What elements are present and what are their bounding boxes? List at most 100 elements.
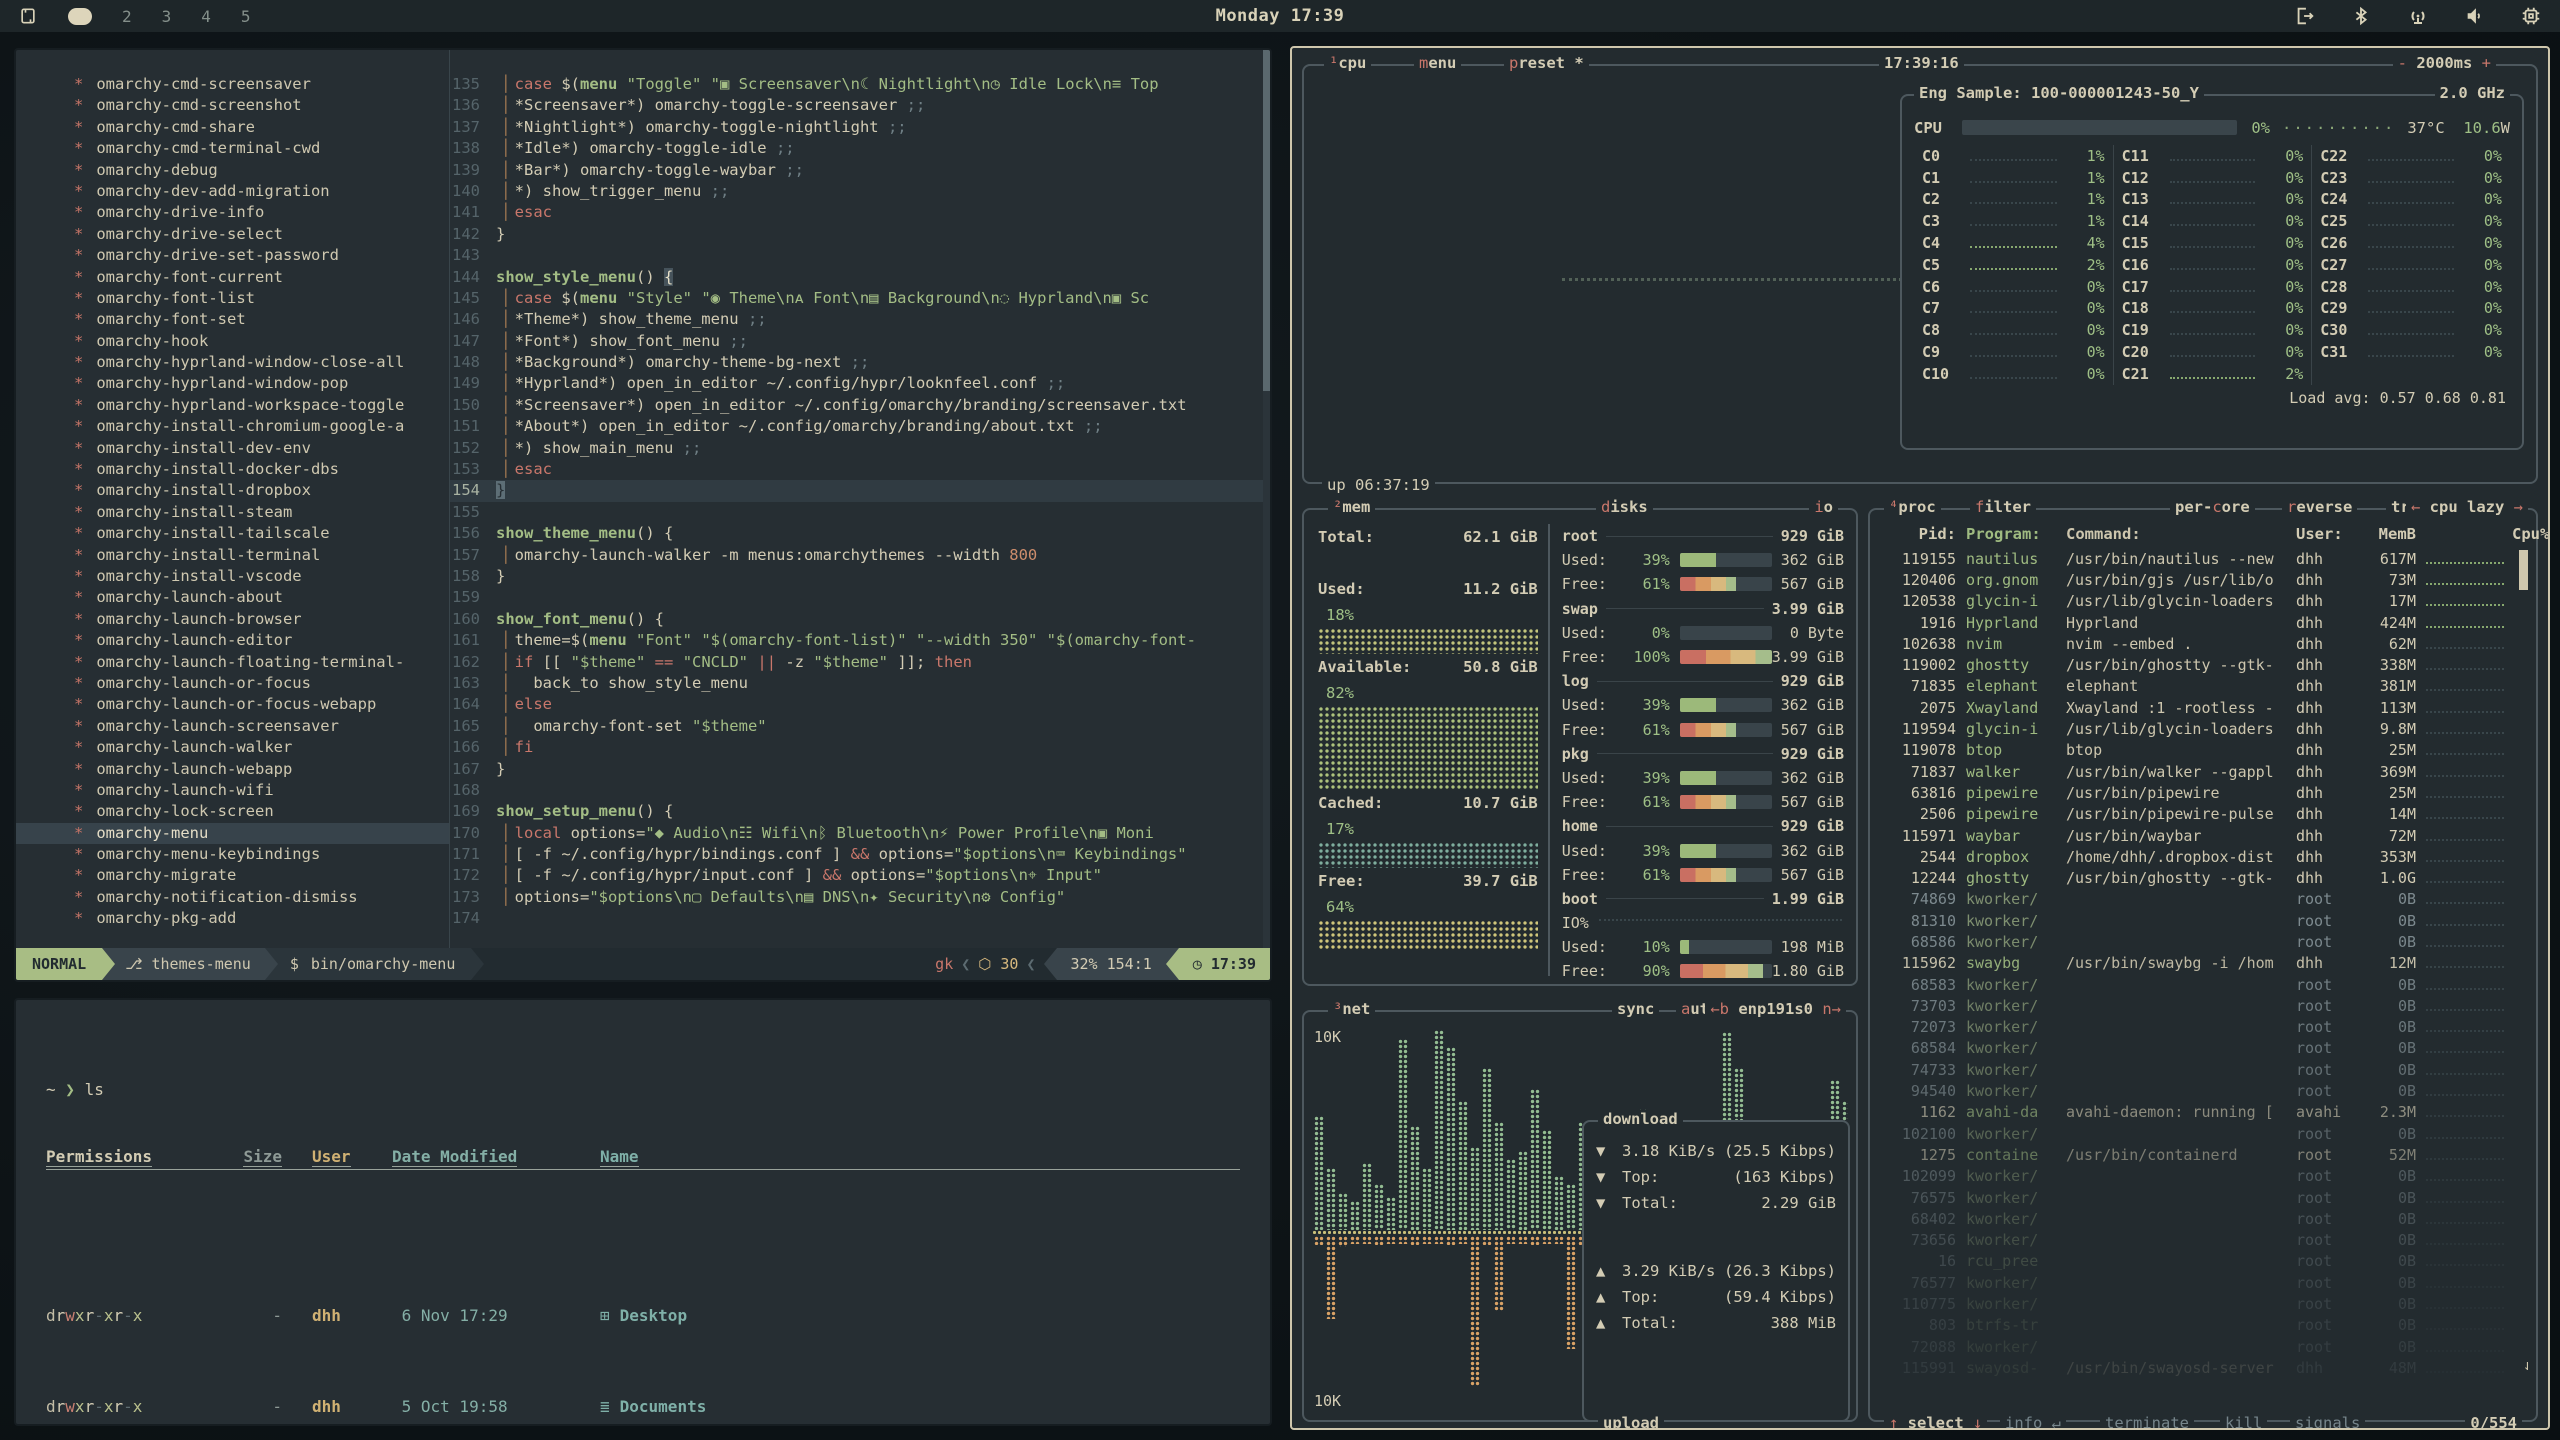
proc-box-title[interactable]: ⁴proc [1884, 498, 1941, 516]
cpu-box-title[interactable]: ¹cpu [1324, 54, 1371, 72]
preset-button[interactable]: preset * [1504, 54, 1589, 72]
file-list-item[interactable]: *omarchy-launch-about [16, 587, 449, 608]
file-list-item[interactable]: *omarchy-font-current [16, 267, 449, 288]
io-toggle[interactable]: io [1809, 498, 1838, 516]
process-row[interactable]: 119594 glycin-i /usr/lib/glycin-loaders … [1878, 718, 2528, 739]
proc-select-hint[interactable]: ↑ select ↓ [1884, 1414, 1987, 1430]
file-list-item[interactable]: *omarchy-hyprland-window-close-all [16, 352, 449, 373]
file-list-item[interactable]: *omarchy-pkg-add [16, 908, 449, 929]
file-list-item[interactable]: *omarchy-migrate [16, 865, 449, 886]
proc-reverse-toggle[interactable]: reverse [2282, 498, 2357, 516]
process-row[interactable]: 102099 kworker/ root 0B 0.0 [1878, 1166, 2528, 1187]
proc-sort-selector[interactable]: ← cpu lazy → [2406, 498, 2528, 516]
file-list-item[interactable]: *omarchy-dev-add-migration [16, 181, 449, 202]
file-list-item[interactable]: *omarchy-hook [16, 331, 449, 352]
process-row[interactable]: 68583 kworker/ root 0B 0.0 [1878, 974, 2528, 995]
file-list-item[interactable]: *omarchy-hyprland-window-pop [16, 373, 449, 394]
file-list-item[interactable]: *omarchy-install-terminal [16, 545, 449, 566]
workspace-5[interactable]: 5 [241, 7, 251, 26]
proc-percore-toggle[interactable]: per-core [2170, 498, 2255, 516]
cpu-chip-icon[interactable] [2520, 5, 2542, 27]
file-list-item[interactable]: *omarchy-font-list [16, 288, 449, 309]
process-row[interactable]: 81310 kworker/ root 0B 0.0 [1878, 910, 2528, 931]
process-row[interactable]: 74869 kworker/ root 0B 0.0 [1878, 889, 2528, 910]
workspace-2[interactable]: 2 [122, 7, 132, 26]
dir-name[interactable]: Desktop [620, 1306, 687, 1325]
disks-title[interactable]: disks [1596, 498, 1653, 516]
file-list-item[interactable]: *omarchy-launch-floating-terminal- [16, 652, 449, 673]
bluetooth-icon[interactable] [2350, 5, 2372, 27]
process-row[interactable]: 73703 kworker/ root 0B 0.0 [1878, 995, 2528, 1016]
file-list-item[interactable]: *omarchy-launch-browser [16, 609, 449, 630]
file-list-item[interactable]: *omarchy-install-tailscale [16, 523, 449, 544]
process-row[interactable]: 76577 kworker/ root 0B 0.0 [1878, 1272, 2528, 1293]
file-list-item[interactable]: *omarchy-install-steam [16, 502, 449, 523]
editor-scrollbar[interactable] [1263, 50, 1270, 948]
network-icon[interactable] [2406, 4, 2430, 28]
file-list-item[interactable]: *omarchy-install-docker-dbs [16, 459, 449, 480]
process-row[interactable]: 102100 kworker/ root 0B 0.0 [1878, 1123, 2528, 1144]
process-row[interactable]: 1275 containe /usr/bin/containerd root 5… [1878, 1144, 2528, 1165]
file-list-item[interactable]: *omarchy-cmd-screenshot [16, 95, 449, 116]
file-list-item[interactable]: *omarchy-install-chromium-google-a [16, 416, 449, 437]
process-row[interactable]: 102638 nvim nvim --embed . dhh 62M 0.0 [1878, 633, 2528, 654]
file-list-item[interactable]: *omarchy-launch-screensaver [16, 716, 449, 737]
net-box-title[interactable]: ³net [1328, 1000, 1375, 1018]
proc-kill-hint[interactable]: kill [2220, 1414, 2267, 1430]
process-row[interactable]: 2506 pipewire /usr/bin/pipewire-pulse dh… [1878, 804, 2528, 825]
file-list-item[interactable]: *omarchy-font-set [16, 309, 449, 330]
process-row[interactable]: 63816 pipewire /usr/bin/pipewire dhh 25M… [1878, 782, 2528, 803]
file-list-item[interactable]: *omarchy-install-vscode [16, 566, 449, 587]
process-row[interactable]: 76575 kworker/ root 0B 0.0 [1878, 1187, 2528, 1208]
proc-scrollbar[interactable] [2519, 550, 2528, 590]
refresh-interval[interactable]: - 2000ms + [2393, 54, 2496, 72]
process-row[interactable]: 1916 Hyprland Hyprland dhh 424M 0.1 [1878, 612, 2528, 633]
file-list-item[interactable]: *omarchy-drive-set-password [16, 245, 449, 266]
process-row[interactable]: 119002 ghostty /usr/bin/ghostty --gtk- d… [1878, 654, 2528, 675]
process-row[interactable]: 72088 kworker/ root 0B 0.0 [1878, 1336, 2528, 1357]
process-row[interactable]: 115991 swayosd- /usr/bin/swayosd-server … [1878, 1357, 2528, 1378]
file-list-item[interactable]: *omarchy-cmd-terminal-cwd [16, 138, 449, 159]
proc-signals-hint[interactable]: signals [2290, 1414, 2365, 1430]
logout-icon[interactable] [2294, 5, 2316, 27]
mem-box-title[interactable]: ²mem [1328, 498, 1375, 516]
process-row[interactable]: 2544 dropbox /home/dhh/.dropbox-dist dhh… [1878, 846, 2528, 867]
file-list-item[interactable]: *omarchy-hyprland-workspace-toggle [16, 395, 449, 416]
file-list-item[interactable]: *omarchy-debug [16, 160, 449, 181]
process-row[interactable]: 120406 org.gnom /usr/bin/gjs /usr/lib/o … [1878, 569, 2528, 590]
file-list-item[interactable]: *omarchy-menu [16, 823, 449, 844]
file-list-item[interactable]: *omarchy-menu-keybindings [16, 844, 449, 865]
process-row[interactable]: 115971 waybar /usr/bin/waybar dhh 72M 0.… [1878, 825, 2528, 846]
dir-name[interactable]: Documents [620, 1397, 707, 1416]
file-list-item[interactable]: *omarchy-cmd-share [16, 117, 449, 138]
process-row[interactable]: 74733 kworker/ root 0B 0.0 [1878, 1059, 2528, 1080]
process-row[interactable]: 119078 btop btop dhh 25M 0.0 [1878, 740, 2528, 761]
proc-filter[interactable]: filter [1970, 498, 2036, 516]
process-row[interactable]: 119155 nautilus /usr/bin/nautilus --new … [1878, 548, 2528, 569]
process-row[interactable]: 68584 kworker/ root 0B 0.0 [1878, 1038, 2528, 1059]
process-row[interactable]: 803 btrfs-tr root 0B 0.0 [1878, 1315, 2528, 1336]
workspace-active[interactable] [68, 8, 92, 25]
process-row[interactable]: 110775 kworker/ root 0B 0.0 [1878, 1293, 2528, 1314]
process-row[interactable]: 68402 kworker/ root 0B 0.0 [1878, 1208, 2528, 1229]
proc-info-hint[interactable]: info ↵ [2000, 1414, 2066, 1430]
workspace-4[interactable]: 4 [201, 7, 211, 26]
proc-terminate-hint[interactable]: terminate [2100, 1414, 2194, 1430]
process-row[interactable]: 2075 Xwayland Xwayland :1 -rootless - dh… [1878, 697, 2528, 718]
process-row[interactable]: 71835 elephant elephant dhh 381M 0.0 [1878, 676, 2528, 697]
file-list-item[interactable]: *omarchy-launch-webapp [16, 759, 449, 780]
process-row[interactable]: 12244 ghostty /usr/bin/ghostty --gtk- dh… [1878, 867, 2528, 888]
file-list-item[interactable]: *omarchy-launch-wifi [16, 780, 449, 801]
process-row[interactable]: 73656 kworker/ root 0B 0.0 [1878, 1230, 2528, 1251]
file-list-item[interactable]: *omarchy-drive-info [16, 202, 449, 223]
file-list-item[interactable]: *omarchy-install-dev-env [16, 438, 449, 459]
process-row[interactable]: 120538 glycin-i /usr/lib/glycin-loaders … [1878, 591, 2528, 612]
net-interface[interactable]: ←b enp191s0 n→ [1705, 1000, 1846, 1018]
file-list-item[interactable]: *omarchy-lock-screen [16, 801, 449, 822]
process-row[interactable]: 1162 avahi-da avahi-daemon: running [ av… [1878, 1102, 2528, 1123]
file-list-item[interactable]: *omarchy-launch-or-focus-webapp [16, 694, 449, 715]
code-pane[interactable]: 135 ▏case $(menu "Toggle" "▣ Screensaver… [450, 50, 1270, 948]
volume-icon[interactable] [2464, 5, 2486, 27]
file-list-item[interactable]: *omarchy-launch-or-focus [16, 673, 449, 694]
clock[interactable]: Monday 17:39 [818, 6, 1742, 26]
